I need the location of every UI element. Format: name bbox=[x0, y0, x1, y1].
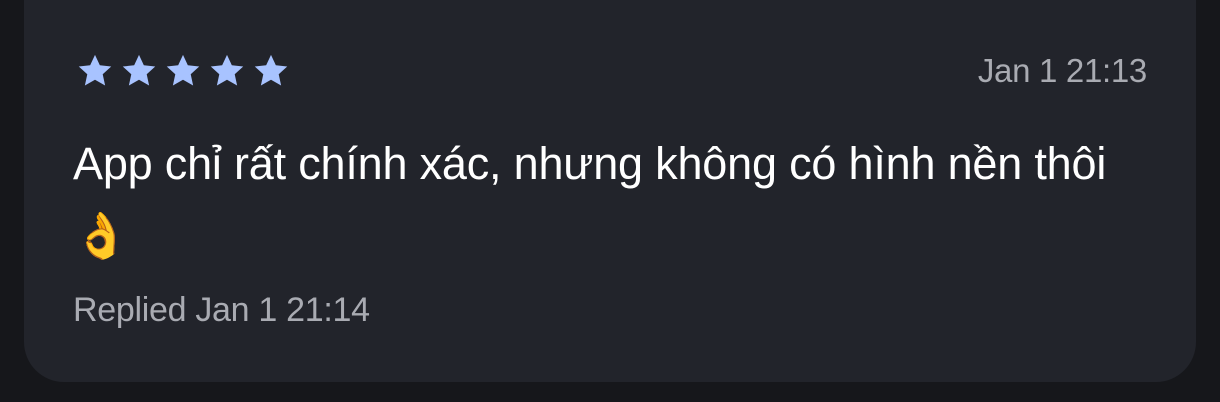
star-icon bbox=[166, 54, 200, 86]
star-icon bbox=[78, 54, 112, 86]
review-text: App chỉ rất chính xác, nhưng không có hì… bbox=[73, 138, 1107, 261]
star-icon bbox=[122, 54, 156, 86]
reply-status: Replied Jan 1 21:14 bbox=[73, 291, 370, 329]
star-rating bbox=[76, 52, 290, 90]
star-icon bbox=[254, 54, 288, 86]
review-date: Jan 1 21:13 bbox=[977, 52, 1147, 89]
star-icon bbox=[210, 54, 244, 86]
